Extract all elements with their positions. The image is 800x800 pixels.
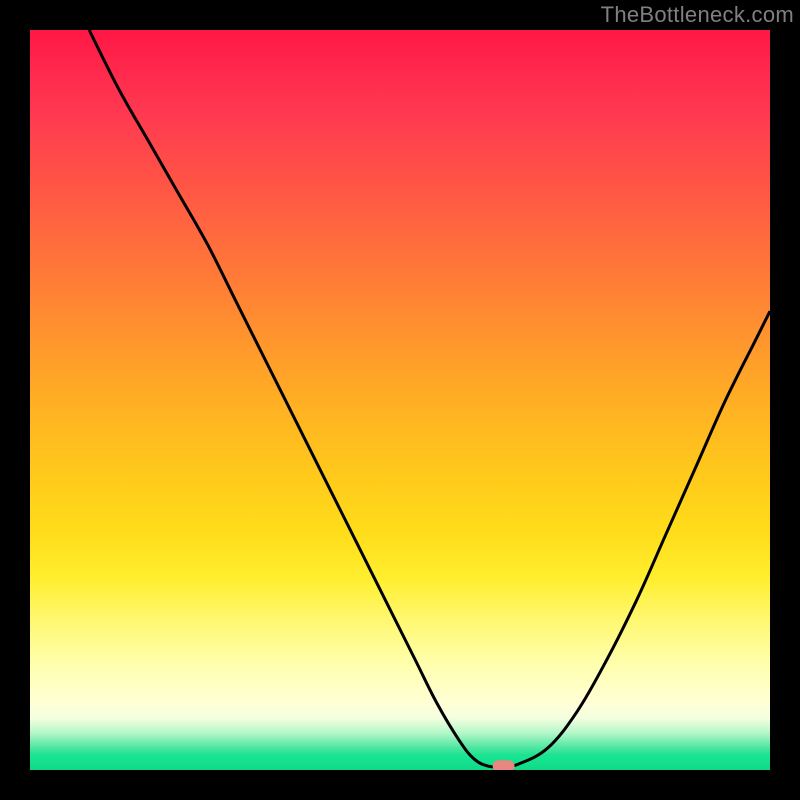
chart-frame: TheBottleneck.com: [0, 0, 800, 800]
optimal-point-marker: [493, 760, 515, 770]
plot-area: [30, 30, 770, 770]
watermark-text: TheBottleneck.com: [601, 2, 794, 28]
curve-layer: [30, 30, 770, 770]
bottleneck-curve: [89, 30, 770, 767]
